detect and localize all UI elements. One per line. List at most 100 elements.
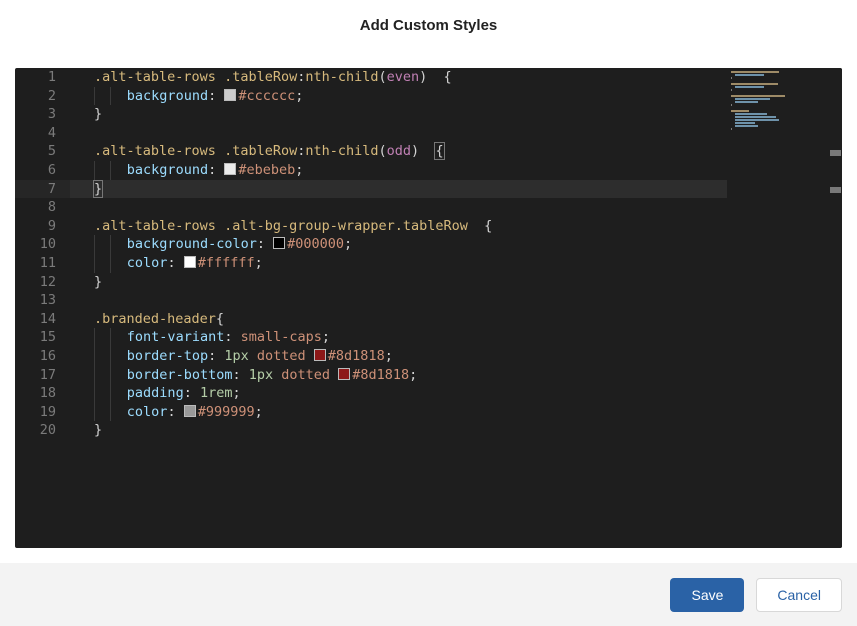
minimap-strip — [735, 122, 755, 124]
code-line[interactable]: background: #cccccc; — [70, 87, 727, 106]
code-token: ; — [322, 329, 330, 345]
code-token: } — [94, 274, 102, 290]
line-number: 13 — [15, 291, 70, 310]
code-line[interactable]: border-bottom: 1px dotted #8d1818; — [70, 366, 727, 385]
code-token: #000000 — [287, 236, 344, 252]
indent-guide — [110, 254, 111, 273]
minimap-strip — [731, 71, 779, 73]
line-number: 1 — [15, 68, 70, 87]
line-number: 12 — [15, 273, 70, 292]
editor-gutter: 1234567891011121314151617181920 — [15, 68, 70, 548]
code-token — [216, 69, 224, 85]
cancel-button[interactable]: Cancel — [756, 578, 842, 612]
code-token: ) — [411, 143, 435, 159]
code-token: dotted — [257, 348, 306, 364]
code-token: #ffffff — [198, 255, 255, 271]
code-line[interactable]: .alt-table-rows .tableRow:nth-child(odd)… — [70, 142, 727, 161]
color-swatch[interactable] — [224, 89, 236, 101]
line-number: 14 — [15, 310, 70, 329]
indent-guide — [94, 235, 95, 254]
editor-minimap[interactable] — [729, 68, 829, 548]
code-line[interactable]: } — [70, 105, 727, 124]
code-line[interactable]: font-variant: small-caps; — [70, 328, 727, 347]
indent-guide — [94, 403, 95, 422]
editor-code-area[interactable]: .alt-table-rows .tableRow:nth-child(even… — [70, 68, 727, 548]
code-line-content: border-bottom: 1px dotted #8d1818; — [70, 367, 417, 383]
color-swatch[interactable] — [184, 405, 196, 417]
code-line[interactable]: background-color: #000000; — [70, 235, 727, 254]
indent-guide — [110, 366, 111, 385]
indent-guide — [110, 384, 111, 403]
line-number: 5 — [15, 142, 70, 161]
color-swatch[interactable] — [273, 237, 285, 249]
code-line[interactable] — [70, 291, 727, 310]
code-line[interactable]: padding: 1rem; — [70, 384, 727, 403]
code-line[interactable]: .branded-header{ — [70, 310, 727, 329]
code-token: : — [184, 385, 200, 401]
code-token: #cccccc — [238, 88, 295, 104]
code-line[interactable]: } — [70, 180, 727, 199]
code-token: ( — [379, 69, 387, 85]
code-line[interactable]: background: #ebebeb; — [70, 161, 727, 180]
indent-guide — [110, 87, 111, 106]
code-token: ; — [385, 348, 393, 364]
indent-guide — [94, 347, 95, 366]
code-token: ( — [379, 143, 387, 159]
minimap-strip — [731, 110, 749, 112]
minimap-strip — [735, 125, 758, 127]
code-line[interactable] — [70, 198, 727, 217]
code-line-content: background: #ebebeb; — [70, 162, 303, 178]
line-number: 4 — [15, 124, 70, 143]
code-token: .tableRow — [224, 143, 297, 159]
minimap-strip — [735, 116, 776, 118]
line-number: 17 — [15, 366, 70, 385]
indent-guide — [94, 328, 95, 347]
minimap-strip — [731, 83, 778, 85]
code-token: ; — [255, 404, 263, 420]
code-token: : — [167, 255, 183, 271]
minimap-strip — [731, 128, 732, 130]
code-token: : — [224, 329, 240, 345]
indent-guide — [94, 161, 95, 180]
code-line-content: .branded-header{ — [70, 311, 224, 327]
color-swatch[interactable] — [314, 349, 326, 361]
minimap-strip — [731, 104, 732, 106]
code-line-content: font-variant: small-caps; — [70, 329, 330, 345]
minimap-strip — [735, 101, 758, 103]
code-line[interactable] — [70, 124, 727, 143]
code-token: ; — [409, 367, 417, 383]
code-line[interactable]: color: #999999; — [70, 403, 727, 422]
code-token: border-top — [127, 348, 208, 364]
code-token: ; — [344, 236, 352, 252]
color-swatch[interactable] — [224, 163, 236, 175]
editor-overview-ruler[interactable] — [829, 68, 842, 548]
css-editor[interactable]: 1234567891011121314151617181920 .alt-tab… — [15, 68, 842, 548]
code-token: 1px — [224, 348, 248, 364]
code-token: : — [208, 348, 224, 364]
save-button[interactable]: Save — [670, 578, 744, 612]
code-token: } — [94, 422, 102, 438]
code-token: odd — [387, 143, 411, 159]
code-line-content: background: #cccccc; — [70, 88, 303, 104]
color-swatch[interactable] — [338, 368, 350, 380]
code-line[interactable]: .alt-table-rows .alt-bg-group-wrapper.ta… — [70, 217, 727, 236]
code-line[interactable]: color: #ffffff; — [70, 254, 727, 273]
code-line[interactable]: } — [70, 421, 727, 440]
code-line-content: } — [70, 106, 102, 122]
code-line[interactable]: border-top: 1px dotted #8d1818; — [70, 347, 727, 366]
code-token: dotted — [281, 367, 330, 383]
code-token: : — [232, 367, 248, 383]
code-token: #8d1818 — [352, 367, 409, 383]
code-line[interactable]: .alt-table-rows .tableRow:nth-child(even… — [70, 68, 727, 87]
code-token: ; — [295, 88, 303, 104]
code-token: small-caps — [241, 329, 322, 345]
code-token — [216, 218, 224, 234]
code-token: ; — [295, 162, 303, 178]
code-token: background-color — [127, 236, 257, 252]
indent-guide — [110, 161, 111, 180]
line-number: 2 — [15, 87, 70, 106]
color-swatch[interactable] — [184, 256, 196, 268]
code-token: #ebebeb — [238, 162, 295, 178]
code-token — [249, 348, 257, 364]
code-line[interactable]: } — [70, 273, 727, 292]
